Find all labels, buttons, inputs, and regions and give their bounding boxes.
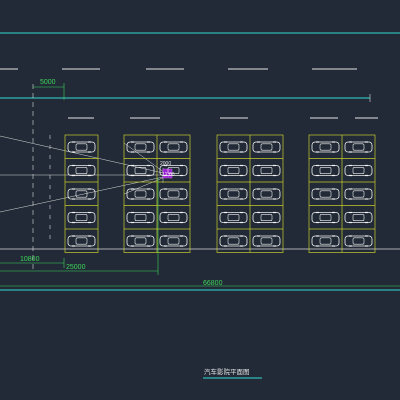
car-outline-icon xyxy=(344,141,373,153)
car-outline-icon xyxy=(311,235,340,247)
dimension-bottom: 10800 25000 66800 xyxy=(0,178,400,287)
car-outline-icon xyxy=(344,164,373,177)
car-outline-icon xyxy=(126,164,155,177)
lane-dashes xyxy=(0,68,378,119)
car-outline-icon xyxy=(67,141,96,153)
car-outline-icon xyxy=(252,141,281,153)
projection-screen: 2000 12,00 xyxy=(160,161,175,183)
car-outline-icon xyxy=(159,188,188,200)
car-outline-icon xyxy=(159,211,188,224)
dimension-top-label: 5000 xyxy=(40,79,56,86)
car-outline-icon xyxy=(67,164,96,177)
car-outline-icon xyxy=(311,211,340,224)
parking-block-outline xyxy=(64,134,99,253)
car-outline-icon xyxy=(311,141,340,153)
car-outline-icon xyxy=(219,141,248,153)
site-plan: 5000 2000 12,00 10800 25000 66800 汽车影院平面… xyxy=(0,32,400,379)
dimension-bottom-mid-label: 25000 xyxy=(66,264,86,271)
car-outline-icon xyxy=(126,141,155,153)
car-outline-icon xyxy=(252,235,281,247)
parking-block-a xyxy=(64,134,99,253)
dimension-bottom-left-label: 10800 xyxy=(20,256,40,263)
dimension-overall-label: 66800 xyxy=(203,280,223,287)
car-outline-icon xyxy=(67,188,96,200)
car-outline-icon xyxy=(311,188,340,200)
parking-blocks xyxy=(64,134,376,253)
parking-block-b xyxy=(123,134,191,253)
car-outline-icon xyxy=(252,188,281,200)
cad-plan-drawing: 5000 2000 12,00 10800 25000 66800 汽车影院平面… xyxy=(0,0,400,400)
car-outline-icon xyxy=(344,235,373,247)
car-outline-icon xyxy=(344,188,373,200)
drawing-title: 汽车影院平面图 xyxy=(204,367,250,376)
car-outline-icon xyxy=(126,211,155,224)
car-outline-icon xyxy=(159,235,188,247)
car-outline-icon xyxy=(311,164,340,177)
car-outline-icon xyxy=(159,141,188,153)
car-outline-icon xyxy=(126,188,155,200)
dimension-top: 5000 xyxy=(33,79,65,100)
parking-block-c xyxy=(216,134,284,253)
car-outline-icon xyxy=(219,188,248,200)
car-outline-icon xyxy=(219,164,248,177)
parking-block-d xyxy=(308,134,376,253)
car-outline-icon xyxy=(67,211,96,224)
car-outline-icon xyxy=(219,235,248,247)
car-outline-icon xyxy=(126,235,155,247)
car-outline-icon xyxy=(344,211,373,224)
car-outline-icon xyxy=(252,211,281,224)
car-outline-icon xyxy=(67,235,96,247)
car-outline-icon xyxy=(219,211,248,224)
car-outline-icon xyxy=(252,164,281,177)
